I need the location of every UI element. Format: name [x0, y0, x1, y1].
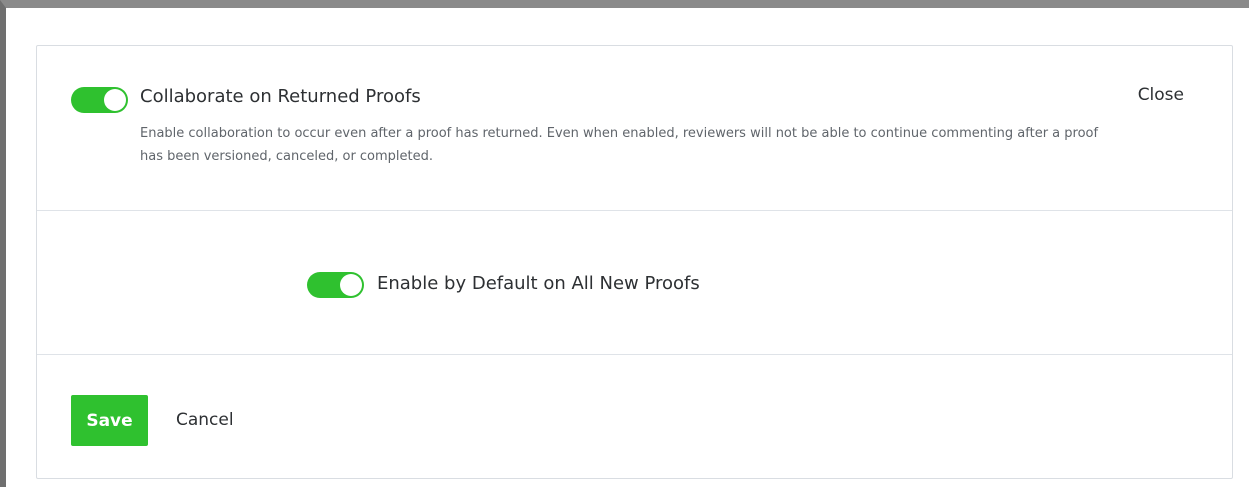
screenshot-frame: Collaborate on Returned Proofs Enable co…	[0, 0, 1249, 487]
toggle-knob	[104, 89, 126, 111]
default-toggle[interactable]	[307, 272, 364, 298]
collaborate-toggle[interactable]	[71, 87, 128, 113]
collaborate-description: Enable collaboration to occur even after…	[140, 126, 1099, 164]
default-label: Enable by Default on All New Proofs	[377, 273, 700, 294]
default-section: Enable by Default on All New Proofs	[37, 211, 1232, 355]
collaborate-section: Collaborate on Returned Proofs Enable co…	[37, 46, 1232, 211]
toggle-knob	[340, 274, 362, 296]
close-link[interactable]: Close	[1138, 85, 1184, 105]
save-button[interactable]: Save	[71, 395, 148, 446]
actions-section: Save Cancel	[37, 355, 1232, 479]
settings-panel: Collaborate on Returned Proofs Enable co…	[36, 45, 1233, 479]
collaborate-title: Collaborate on Returned Proofs	[140, 86, 421, 107]
cancel-link[interactable]: Cancel	[176, 410, 234, 430]
